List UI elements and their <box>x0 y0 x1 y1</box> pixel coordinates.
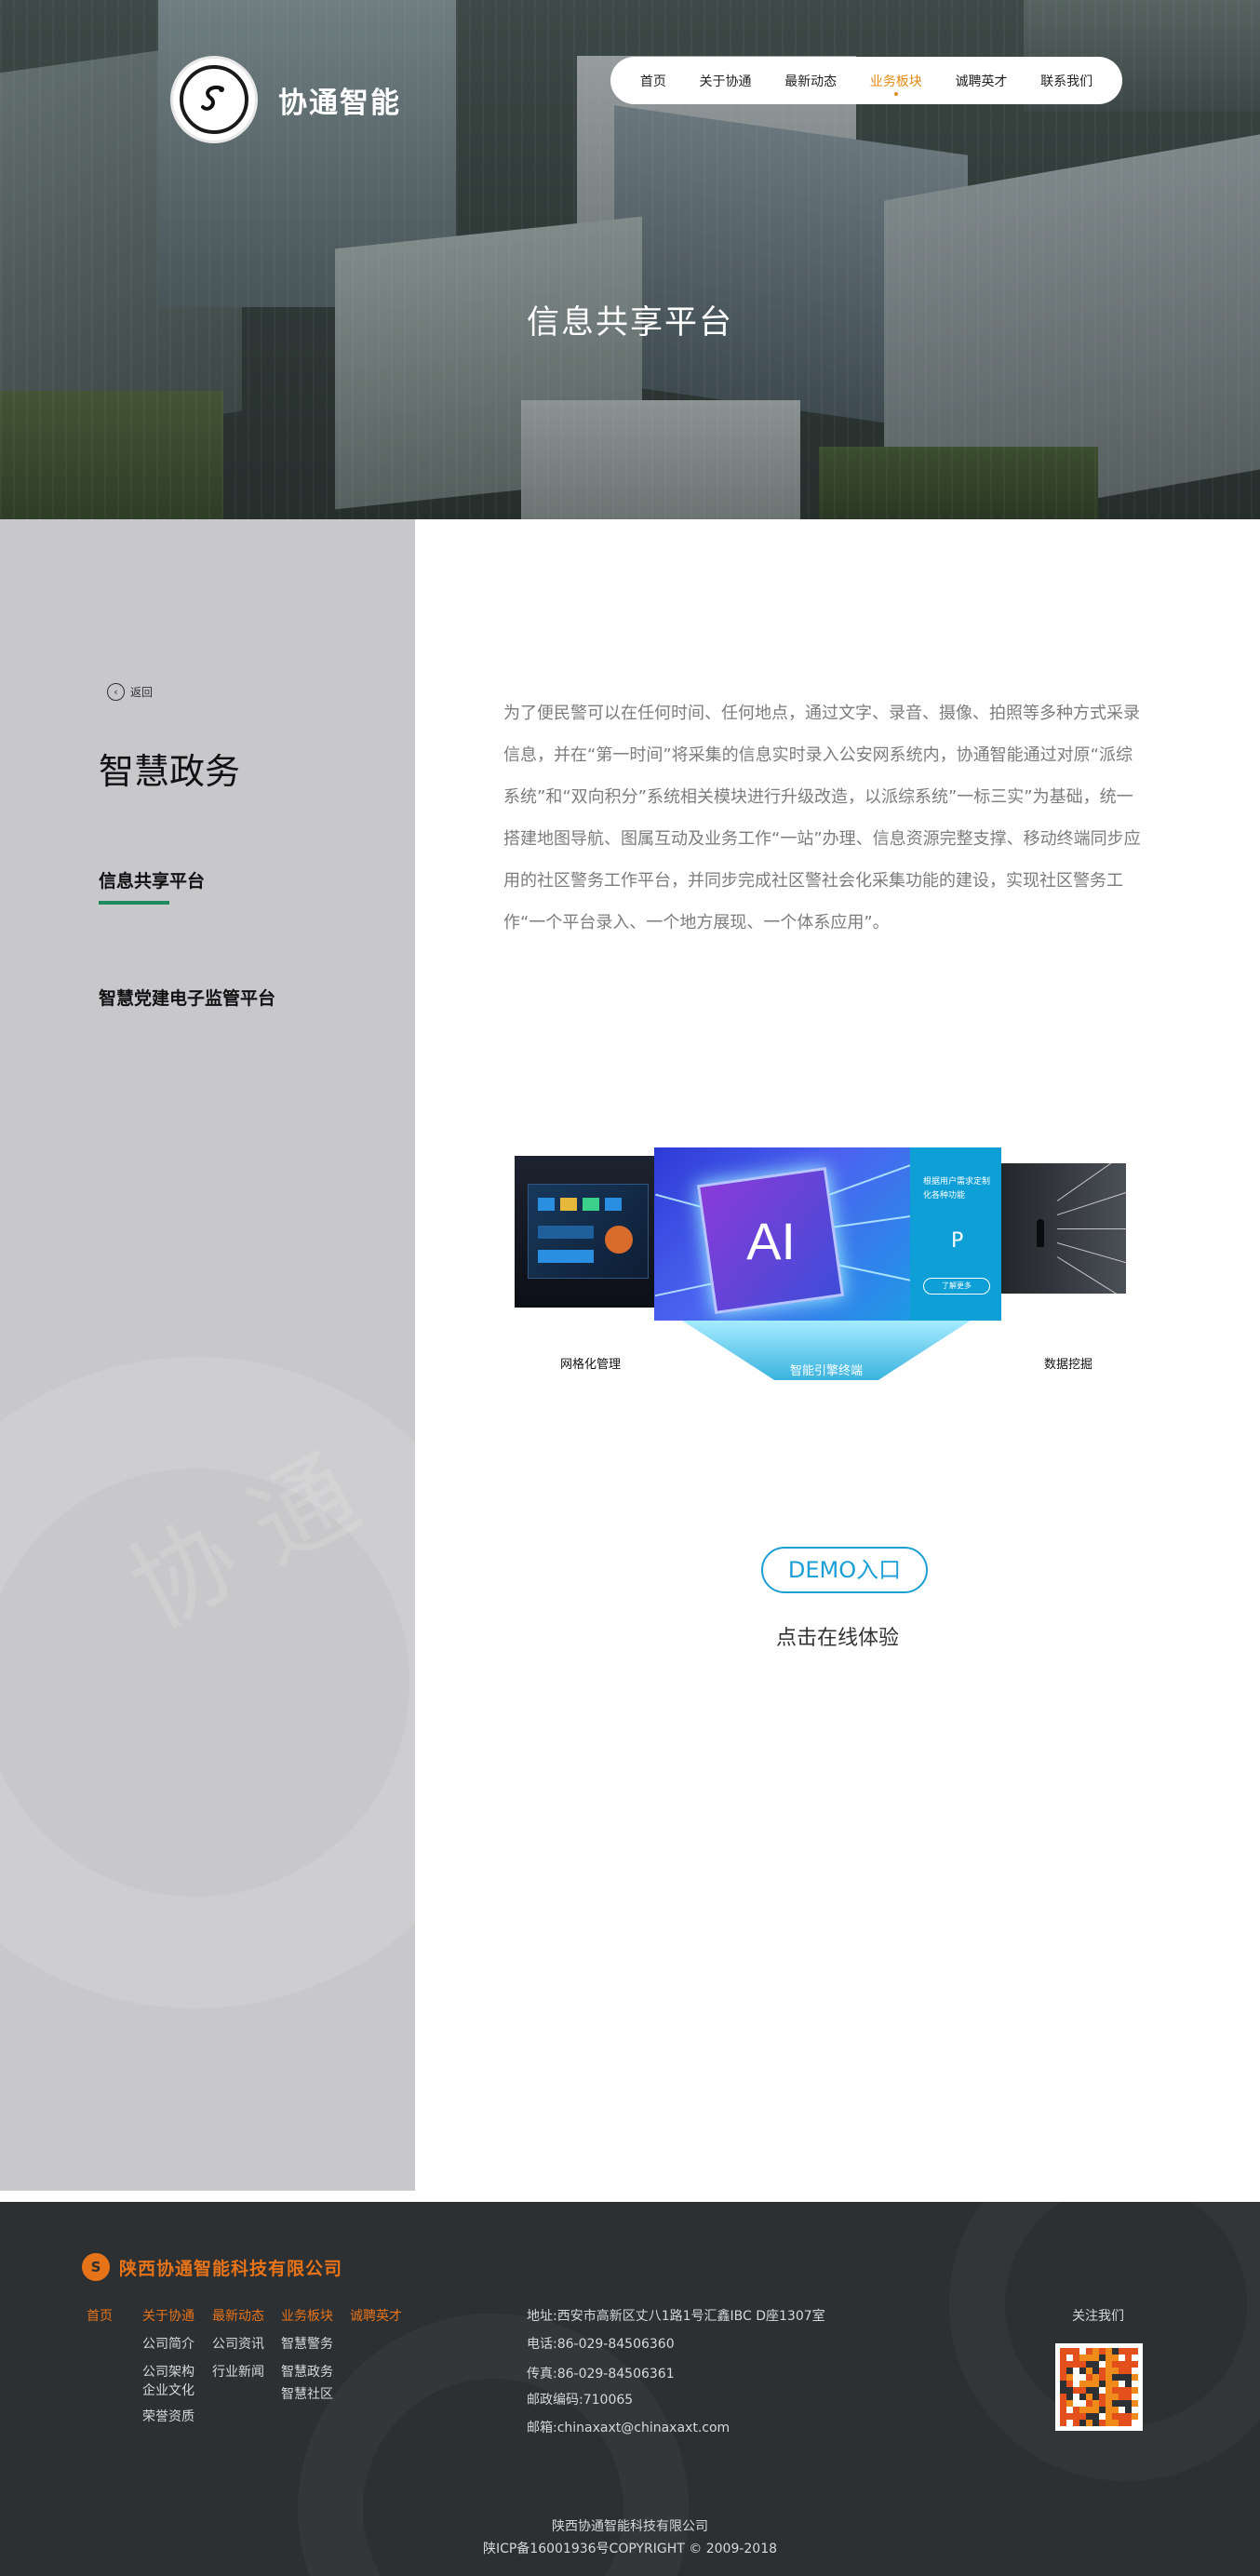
ai-chip-icon: AI <box>696 1166 845 1315</box>
copyright-line: 陕ICP备16001936号COPYRIGHT © 2009-2018 <box>482 2542 778 2556</box>
footer-nav-news[interactable]: 最新动态 <box>212 2306 264 2325</box>
footer-company-name: 陕西协通智能科技有限公司 <box>119 2258 343 2279</box>
footer-link[interactable]: 企业文化 <box>142 2381 194 2399</box>
nav-item-business[interactable]: 业务板块 <box>870 72 922 96</box>
company-logo-icon: S <box>82 2253 110 2281</box>
footer-link[interactable]: 荣誉资质 <box>142 2407 194 2425</box>
watermark-decoration <box>0 1357 415 2008</box>
grid-management-image <box>515 1156 659 1308</box>
sidebar-item-party-supervision[interactable]: 智慧党建电子监管平台 <box>99 985 275 1010</box>
nav-item-contact[interactable]: 联系我们 <box>1040 72 1092 90</box>
footer-phone: 电话:86-029-84506360 <box>527 2337 675 2352</box>
footer-postcode: 邮政编码:710065 <box>527 2393 634 2408</box>
nav-item-news[interactable]: 最新动态 <box>784 72 837 90</box>
qr-code-icon[interactable] <box>1055 2343 1143 2431</box>
left-caption: 网格化管理 <box>560 1358 622 1372</box>
copyright-company: 陕西协通智能科技有限公司 <box>552 2519 708 2534</box>
back-label: 返回 <box>130 686 154 699</box>
footer-nav-business[interactable]: 业务板块 <box>281 2306 333 2325</box>
back-button[interactable]: ‹ 返回 <box>107 683 153 701</box>
footer: S 陕西协通智能科技有限公司 首页 关于协通 最新动态 业务板块 诚聘英才 公司… <box>0 2202 1260 2576</box>
footer-nav-home[interactable]: 首页 <box>87 2306 113 2325</box>
chevron-left-icon: ‹ <box>107 683 125 701</box>
logo-text: 协通智能 <box>278 86 401 120</box>
right-caption: 数据挖掘 <box>1044 1358 1093 1372</box>
footer-link[interactable]: 智慧政务 <box>281 2362 333 2381</box>
nav-item-about[interactable]: 关于协通 <box>699 72 751 90</box>
follow-us-label: 关注我们 <box>1072 2309 1124 2324</box>
demo-subtitle: 点击在线体验 <box>775 1627 899 1650</box>
site-logo[interactable]: 协通智能 <box>170 56 401 143</box>
watermark-decoration <box>949 2202 1260 2481</box>
ai-engine-image: AI <box>654 1147 910 1321</box>
person-silhouette <box>1037 1219 1044 1247</box>
footer-link[interactable]: 智慧社区 <box>281 2384 333 2403</box>
sidebar: 协 通 ‹ 返回 智慧政务 信息共享平台 智慧党建电子监管平台 <box>0 519 415 2191</box>
footer-link[interactable]: 公司架构 <box>142 2362 194 2381</box>
snake-emblem-icon <box>201 86 224 111</box>
feature-panel: 根据用户需求定制化各种功能 P 了解更多 <box>910 1147 1001 1321</box>
footer-nav-careers[interactable]: 诚聘英才 <box>350 2306 402 2325</box>
footer-logo[interactable]: S 陕西协通智能科技有限公司 <box>82 2253 342 2281</box>
sidebar-item-info-sharing[interactable]: 信息共享平台 <box>99 867 205 905</box>
page-title: 信息共享平台 <box>526 304 733 342</box>
footer-link[interactable]: 行业新闻 <box>212 2362 264 2381</box>
description-text: 为了便民警可以在任何时间、任何地点，通过文字、录音、摄像、拍照等多种方式采录信息… <box>503 704 1141 932</box>
nav-item-careers[interactable]: 诚聘英才 <box>955 72 1007 90</box>
main-nav: 首页 关于协通 最新动态 业务板块 诚聘英才 联系我们 <box>610 57 1122 104</box>
footer-address: 地址:西安市高新区丈八1路1号汇鑫IBC D座1307室 <box>527 2309 825 2324</box>
product-showcase: AI 根据用户需求定制化各种功能 P 了解更多 智能引擎终端 网格化管理 数据挖… <box>503 1140 1135 1410</box>
footer-link[interactable]: 智慧警务 <box>281 2334 333 2353</box>
nav-item-home[interactable]: 首页 <box>640 72 666 90</box>
footer-nav-about[interactable]: 关于协通 <box>142 2306 194 2325</box>
footer-fax: 传真:86-029-84506361 <box>527 2367 675 2381</box>
logo-badge-icon <box>170 56 258 143</box>
center-caption: 智能引擎终端 <box>789 1364 863 1378</box>
learn-more-button[interactable]: 了解更多 <box>923 1278 990 1295</box>
footer-link[interactable]: 公司资讯 <box>212 2334 264 2353</box>
footer-email: 邮箱:chinaxaxt@chinaxaxt.com <box>527 2421 731 2435</box>
sidebar-title: 智慧政务 <box>99 751 241 792</box>
footer-link[interactable]: 公司简介 <box>142 2334 194 2353</box>
hero-banner: 协通智能 首页 关于协通 最新动态 业务板块 诚聘英才 联系我们 信息共享平台 <box>0 0 1260 519</box>
data-mining-image <box>1001 1163 1126 1294</box>
demo-entry-button[interactable]: DEMO入口 <box>761 1547 928 1593</box>
watermark-decoration <box>298 2314 689 2576</box>
